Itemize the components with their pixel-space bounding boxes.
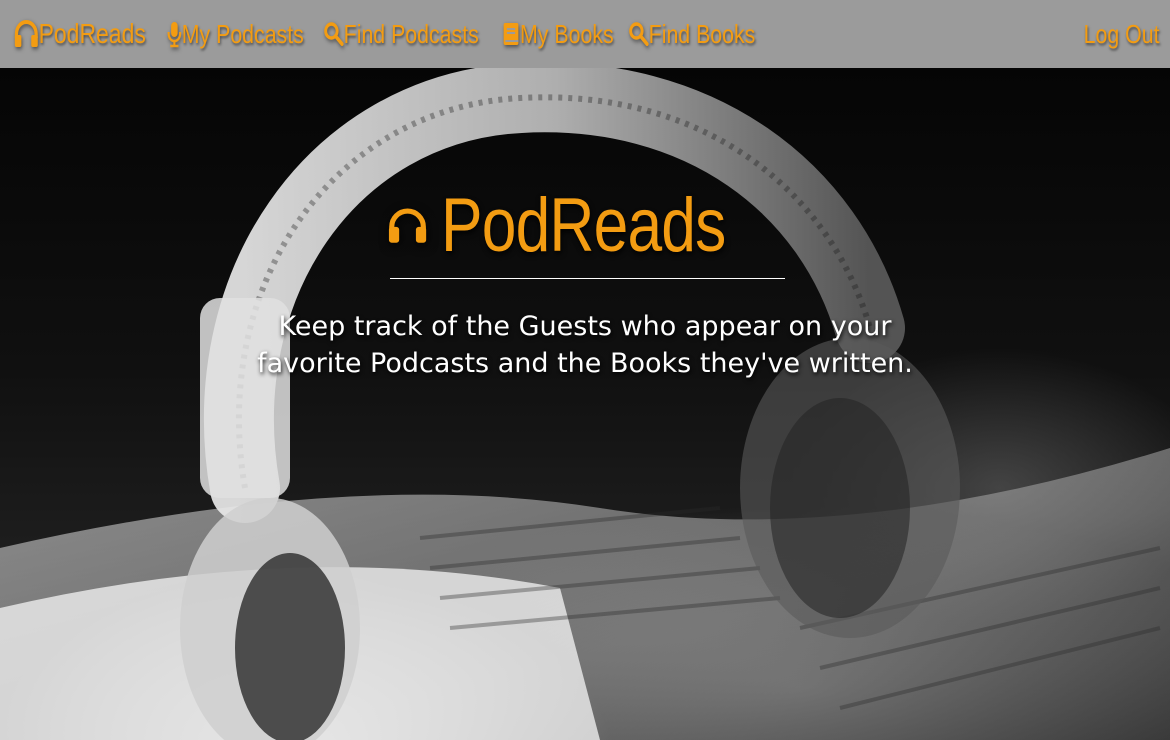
nav-my-books-label: My Books [520, 18, 614, 49]
brand-label: PodReads [38, 18, 146, 49]
nav-my-podcasts-label: My Podcasts [181, 18, 304, 49]
headphones-icon [388, 208, 427, 243]
search-icon [323, 22, 344, 46]
headphones-icon [14, 20, 38, 47]
headphones-on-book-background [0, 68, 1170, 740]
search-icon [628, 22, 649, 46]
hero-divider [390, 278, 785, 279]
nav-find-podcasts[interactable]: Find Podcasts [323, 18, 479, 50]
hero-section: PodReads Keep track of the Guests who ap… [0, 68, 1170, 740]
hero-title: PodReads [388, 178, 788, 273]
logout-label: Log Out [1084, 18, 1160, 49]
nav-my-podcasts[interactable]: My Podcasts [167, 19, 304, 50]
microphone-icon [167, 22, 181, 48]
top-navbar: PodReads My Podcasts Find Podcasts My Bo… [0, 0, 1170, 68]
nav-find-podcasts-label: Find Podcasts [343, 18, 479, 49]
nav-my-books[interactable]: My Books [502, 19, 614, 50]
nav-find-books-label: Find Books [648, 18, 755, 49]
nav-find-books[interactable]: Find Books [628, 18, 755, 50]
hero-title-text: PodReads [441, 183, 726, 268]
hero-tagline: Keep track of the Guests who appear on y… [257, 311, 913, 379]
brand-link[interactable]: PodReads [14, 18, 146, 50]
book-icon [503, 23, 519, 45]
logout-link[interactable]: Log Out [1084, 19, 1160, 50]
